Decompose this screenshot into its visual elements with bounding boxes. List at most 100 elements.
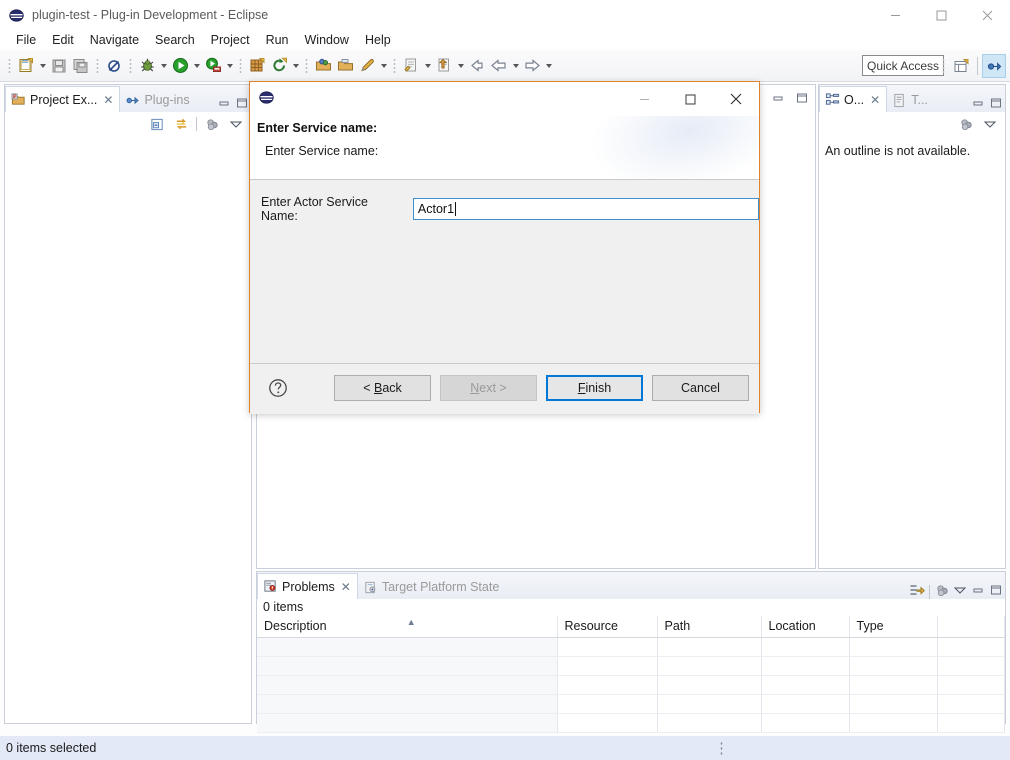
next-annotation-icon[interactable] (400, 55, 422, 77)
table-row[interactable] (257, 694, 1005, 714)
focus-icon[interactable] (957, 115, 975, 133)
column-description[interactable]: ▲ Description (257, 616, 558, 638)
minimize-view-icon[interactable] (215, 94, 233, 112)
debug-dropdown-icon[interactable] (158, 55, 169, 77)
view-menu-icon[interactable] (951, 581, 969, 599)
minimize-view-icon[interactable] (969, 581, 987, 599)
run-play-icon[interactable] (169, 55, 191, 77)
quick-access-input[interactable]: Quick Access (862, 55, 944, 76)
forward-arrow-icon[interactable] (521, 55, 543, 77)
last-edit-icon[interactable] (466, 55, 488, 77)
menu-navigate[interactable]: Navigate (82, 31, 147, 49)
table-row[interactable] (257, 675, 1005, 695)
link-editor-icon[interactable] (172, 115, 190, 133)
problems-table-body[interactable] (257, 637, 1005, 733)
project-explorer-tree[interactable] (5, 136, 251, 696)
column-resource[interactable]: Resource (557, 616, 658, 638)
tab-project-explorer[interactable]: Project Ex... ✕ (5, 86, 121, 112)
perspective-grip[interactable] (941, 57, 946, 75)
column-type[interactable]: Type (849, 616, 938, 638)
target-platform-icon (365, 581, 376, 593)
plugin-project-icon[interactable] (246, 55, 268, 77)
toolbar-grip[interactable] (7, 56, 12, 75)
table-row[interactable] (257, 656, 1005, 676)
run-server-dropdown-icon[interactable] (224, 55, 235, 77)
dialog-window-controls (621, 82, 759, 116)
problems-view: Problems ✕ Target Platform State 0 items… (256, 571, 1006, 733)
minimize-icon[interactable] (872, 0, 918, 30)
maximize-view-icon[interactable] (987, 581, 1005, 599)
refresh-icon[interactable] (268, 55, 290, 77)
focus-icon[interactable] (933, 581, 951, 599)
plugin-perspective-icon[interactable] (982, 54, 1006, 78)
view-menu-icon[interactable] (981, 115, 999, 133)
service-name-input[interactable]: Actor1 (412, 198, 759, 220)
window-title: plugin-test - Plug-in Development - Ecli… (32, 8, 269, 22)
toolbar-grip-3[interactable] (128, 56, 133, 75)
maximize-view-icon[interactable] (987, 94, 1005, 112)
close-icon[interactable]: ✕ (870, 93, 880, 107)
search-pen-icon[interactable] (356, 55, 378, 77)
back-arrow-icon[interactable] (488, 55, 510, 77)
new-file-dropdown-icon[interactable] (37, 55, 48, 77)
table-row[interactable] (257, 713, 1005, 733)
menu-window[interactable]: Window (297, 31, 357, 49)
minimize-icon[interactable] (621, 82, 667, 116)
back-dropdown-icon[interactable] (510, 55, 521, 77)
save-icon[interactable] (48, 55, 70, 77)
problems-icon (264, 580, 276, 592)
open-type-icon[interactable] (312, 55, 334, 77)
next-annotation-dropdown-icon[interactable] (422, 55, 433, 77)
menu-help[interactable]: Help (357, 31, 399, 49)
back-button[interactable]: < Back (334, 375, 431, 401)
menu-file[interactable]: File (8, 31, 44, 49)
menu-run[interactable]: Run (258, 31, 297, 49)
menu-search[interactable]: Search (147, 31, 203, 49)
open-perspective-icon[interactable] (949, 54, 973, 78)
table-row[interactable] (257, 637, 1005, 657)
close-icon[interactable] (713, 82, 759, 116)
refresh-dropdown-icon[interactable] (290, 55, 301, 77)
previous-annotation-dropdown-icon[interactable] (455, 55, 466, 77)
focus-icon[interactable] (203, 115, 221, 133)
close-icon[interactable] (964, 0, 1010, 30)
finish-button[interactable]: Finish (546, 375, 643, 401)
outline-icon (825, 93, 840, 105)
filter-icon[interactable] (908, 581, 926, 599)
help-icon[interactable] (268, 378, 288, 401)
search-dropdown-icon[interactable] (378, 55, 389, 77)
status-resize-grip[interactable] (720, 741, 724, 755)
run-dropdown-icon[interactable] (191, 55, 202, 77)
tab-plug-ins[interactable]: Plug-ins (120, 88, 195, 112)
tab-outline[interactable]: O... ✕ (819, 86, 888, 112)
menu-project[interactable]: Project (203, 31, 258, 49)
toolbar-grip-5[interactable] (304, 56, 309, 75)
toolbar-grip-2[interactable] (95, 56, 100, 75)
save-all-icon[interactable] (70, 55, 92, 77)
open-folder-icon[interactable] (334, 55, 356, 77)
toolbar-grip-6[interactable] (392, 56, 397, 75)
minimize-view-icon[interactable] (769, 89, 787, 107)
maximize-icon[interactable] (918, 0, 964, 30)
run-server-icon[interactable] (202, 55, 224, 77)
maximize-view-icon[interactable] (793, 89, 811, 107)
forward-dropdown-icon[interactable] (543, 55, 554, 77)
close-icon[interactable]: ✕ (341, 580, 351, 594)
toolbar-grip-4[interactable] (238, 56, 243, 75)
maximize-icon[interactable] (667, 82, 713, 116)
menu-edit[interactable]: Edit (44, 31, 82, 49)
column-location[interactable]: Location (761, 616, 850, 638)
collapse-all-icon[interactable] (148, 115, 166, 133)
debug-bug-icon[interactable] (136, 55, 158, 77)
previous-annotation-icon[interactable] (433, 55, 455, 77)
tab-problems[interactable]: Problems ✕ (257, 573, 358, 599)
tab-task-list[interactable]: T... (887, 88, 934, 112)
view-menu-icon[interactable] (227, 115, 245, 133)
column-path[interactable]: Path (657, 616, 762, 638)
tab-target-platform-state[interactable]: Target Platform State (358, 575, 505, 599)
cancel-button[interactable]: Cancel (652, 375, 749, 401)
new-file-icon[interactable] (15, 55, 37, 77)
minimize-view-icon[interactable] (969, 94, 987, 112)
skip-breakpoints-icon[interactable] (103, 55, 125, 77)
close-icon[interactable]: ✕ (103, 93, 113, 107)
